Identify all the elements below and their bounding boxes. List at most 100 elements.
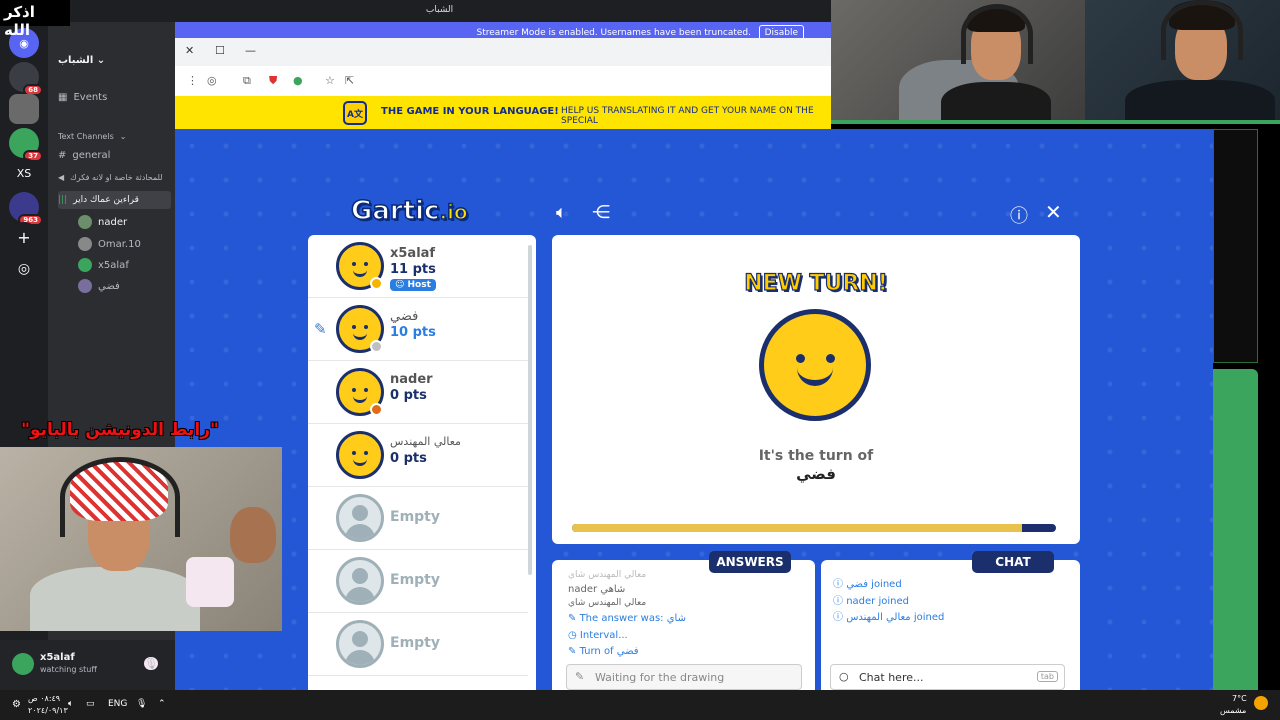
- chat-panel: CHAT ⓘ فضي joined ⓘ nader joined ⓘ معالي…: [821, 551, 1080, 690]
- avatar: [78, 258, 92, 272]
- translate-banner[interactable]: A文 THE GAME IN YOUR LANGUAGE! HELP US TR…: [175, 96, 831, 129]
- player-item[interactable]: ✎ فضي 10 pts: [308, 298, 528, 361]
- channel-general[interactable]: # general: [58, 146, 171, 164]
- volume-icon[interactable]: 🔈︎: [68, 699, 73, 709]
- profile-icon[interactable]: ◎: [207, 74, 217, 87]
- weather-temp: 7°C: [1232, 694, 1247, 703]
- voice-channel[interactable]: ||| قراءين عماك داير: [58, 191, 171, 209]
- chevron-up-icon[interactable]: ⌃: [158, 699, 166, 709]
- browser-chrome: ✕ ☐ — ⋮ ◎ ⧉ ⛊ ● ☆ ⇱: [175, 38, 831, 96]
- minimize-icon[interactable]: —: [245, 44, 256, 57]
- events-item[interactable]: ▦ Events: [58, 88, 171, 106]
- username: x5alaf: [40, 652, 75, 663]
- server-icon[interactable]: 963: [9, 192, 43, 226]
- player-item[interactable]: x5alaf 11 pts ☺ Host: [308, 235, 528, 298]
- user-status: watching stuff: [40, 665, 97, 674]
- microphone-icon[interactable]: 🎙︎: [136, 699, 147, 709]
- banner-headline: THE GAME IN YOUR LANGUAGE!: [381, 106, 559, 117]
- empty-slot: Empty: [308, 613, 528, 676]
- clock-date: ٢٠٢٤/٠٩/١٣: [28, 706, 68, 715]
- overlay-green-panel: [1213, 369, 1258, 690]
- server-icon[interactable]: [9, 94, 39, 124]
- weather-desc: مشمس: [1220, 706, 1247, 715]
- side-overlay: [1213, 129, 1280, 690]
- webcam-feed: [1085, 0, 1280, 124]
- drawing-canvas[interactable]: NEW TURN! It's the turn of فضي: [552, 235, 1080, 544]
- sun-icon[interactable]: [1254, 696, 1268, 710]
- extension-icon[interactable]: ●: [293, 74, 303, 87]
- turn-player-name: فضي: [796, 465, 836, 483]
- empty-avatar: [336, 620, 384, 668]
- close-icon[interactable]: ✕: [1045, 200, 1062, 224]
- hash-icon: #: [58, 149, 67, 161]
- clock-time: ٠٨:٤٩ ص: [28, 694, 61, 703]
- player-points: 10 pts: [390, 325, 436, 340]
- gartic-logo: Gartic.io: [350, 195, 468, 227]
- status-dot: [370, 277, 383, 290]
- pencil-icon: ✎: [314, 320, 327, 338]
- voice-user[interactable]: Omar.10: [78, 235, 171, 253]
- voice-user[interactable]: x5alaf: [78, 256, 171, 274]
- discover-icon[interactable]: ◎: [9, 254, 39, 284]
- tab-answers[interactable]: ANSWERS: [709, 551, 791, 573]
- streamer-notice: Streamer Mode is enabled. Usernames have…: [476, 28, 752, 38]
- text-channels-header[interactable]: Text Channels ⌄: [58, 127, 171, 145]
- bookmark-icon[interactable]: ☆: [325, 74, 335, 87]
- info-icon[interactable]: ⓘ: [1010, 202, 1028, 228]
- webcam-feed: [831, 0, 1085, 124]
- volume-icon[interactable]: 🔈︎: [556, 202, 567, 223]
- answer-item: ◷ Interval...: [568, 630, 628, 641]
- calendar-icon: ▦: [58, 91, 68, 103]
- clock-icon: ◷: [568, 630, 580, 641]
- overlay-text: اذكر الله: [0, 0, 70, 39]
- pencil-icon: ✎: [575, 670, 585, 683]
- player-points: 11 pts: [390, 262, 436, 277]
- server-icon[interactable]: 37: [9, 128, 43, 162]
- share-icon[interactable]: ⋲: [592, 202, 610, 223]
- microphone-icon[interactable]: 🎙︎: [144, 657, 158, 670]
- player-item[interactable]: معالي المهندس 0 pts: [308, 424, 528, 487]
- taskbar: ⚙ ٠٨:٤٩ ص ٢٠٢٤/٠٩/١٣ 🔈︎ ▭ ENG 🎙︎ ⌃ 7°C م…: [0, 690, 1280, 720]
- player-item[interactable]: nader 0 pts: [308, 361, 528, 424]
- player-name: nader: [390, 372, 433, 387]
- server-icon[interactable]: 68: [9, 62, 43, 96]
- guild-name[interactable]: الشباب ⌄: [58, 55, 105, 66]
- pencil-icon: ✎: [568, 613, 580, 624]
- answer-item: nader شاهي: [568, 584, 626, 595]
- status-dot: [370, 403, 383, 416]
- settings-icon[interactable]: ⚙: [12, 699, 21, 710]
- players-scrollbar[interactable]: [528, 245, 532, 575]
- voice-user[interactable]: nader: [78, 213, 171, 231]
- player-name: معالي المهندس: [390, 435, 461, 448]
- chat-input[interactable]: ○ Chat here... tab: [830, 664, 1065, 690]
- turn-progress-fill: [572, 524, 1023, 532]
- close-icon[interactable]: ✕: [185, 44, 194, 57]
- avatar[interactable]: [12, 653, 34, 675]
- chat-message: ⓘ nader joined: [833, 596, 909, 607]
- menu-icon[interactable]: ⋮: [187, 74, 198, 87]
- webcam-feed: [0, 447, 282, 631]
- avatar: [78, 279, 92, 293]
- server-icon[interactable]: XS: [9, 158, 39, 188]
- voice-user[interactable]: فضي: [78, 277, 171, 295]
- overlay-frame: [1213, 129, 1258, 363]
- share-icon[interactable]: ⇱: [345, 74, 354, 87]
- pencil-icon: ✎: [568, 646, 580, 657]
- answer-input[interactable]: ✎ Waiting for the drawing: [566, 664, 802, 690]
- empty-slot: Empty: [308, 487, 528, 550]
- maximize-icon[interactable]: ☐: [215, 44, 225, 57]
- tab-chat[interactable]: CHAT: [972, 551, 1054, 573]
- extensions-icon[interactable]: ⧉: [243, 74, 251, 88]
- language-indicator[interactable]: ENG: [108, 699, 127, 709]
- channel-item[interactable]: ◀ للمحادثة خاصة او لانه فكرك: [58, 168, 171, 186]
- chat-message: ⓘ معالي المهندس joined: [833, 612, 945, 623]
- donation-overlay: "رابط الدونيشن بالبايو": [21, 420, 219, 440]
- shield-icon[interactable]: ⛊: [269, 74, 277, 88]
- host-badge: ☺ Host: [390, 279, 436, 291]
- gartic-game: Gartic.io 🔈︎ ⋲ ⓘ ✕ x5alaf 11 pts ☺ Host …: [175, 129, 1213, 690]
- add-server-icon[interactable]: +: [9, 222, 39, 252]
- new-turn-title: NEW TURN!: [744, 270, 889, 296]
- network-icon[interactable]: ▭: [86, 699, 95, 709]
- screen: ◉ 68 37 XS 963 + ◎ الشباب ⌄ ▦ Events Text…: [0, 0, 1280, 720]
- browser-toolbar: ⋮ ◎ ⧉ ⛊ ● ☆ ⇱: [175, 66, 831, 96]
